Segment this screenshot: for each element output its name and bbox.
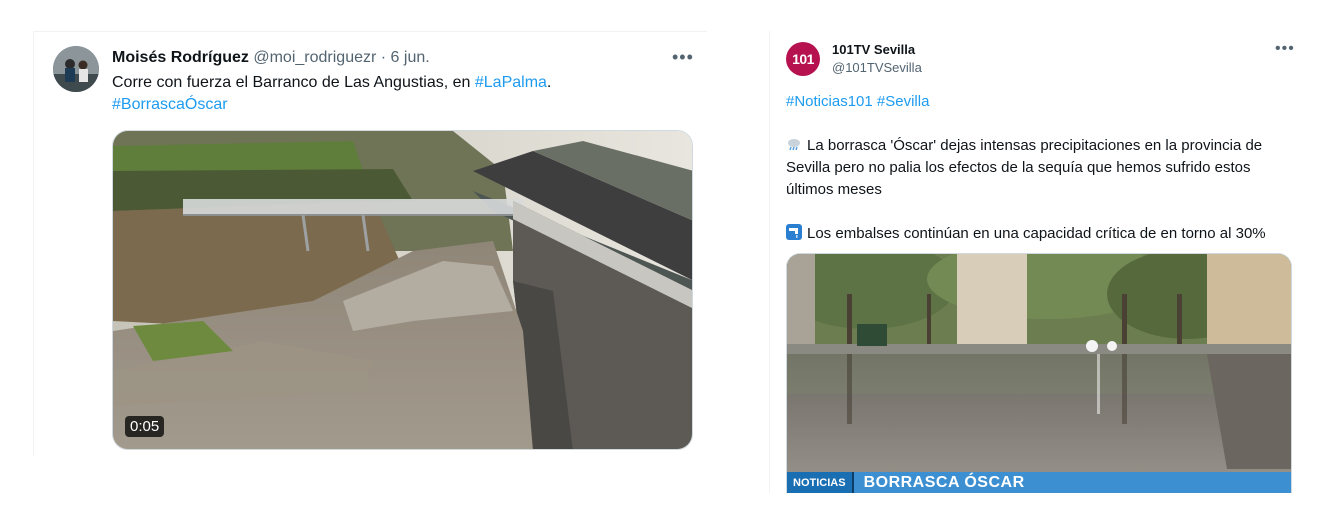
tweet-text-suffix: .: [546, 74, 552, 91]
video-player[interactable]: 0:05: [112, 130, 693, 450]
hashtag-noticias101[interactable]: #Noticias101: [786, 93, 873, 110]
avatar[interactable]: 101: [786, 42, 820, 76]
hashtag-sevilla[interactable]: #Sevilla: [877, 93, 930, 110]
news-tag: NOTICIAS: [787, 472, 854, 493]
news-photo: [787, 254, 1291, 493]
news-image[interactable]: NOTICIAS BORRASCA ÓSCAR: [786, 253, 1292, 493]
paragraph-reservoirs: Los embalses continúan en una capacidad …: [807, 225, 1266, 242]
author-name[interactable]: 101TV Sevilla: [832, 42, 915, 57]
author-handle[interactable]: @101TVSevilla: [832, 60, 922, 75]
tweet-date[interactable]: 6 jun.: [391, 49, 430, 66]
tweet-card-moises[interactable]: Moisés Rodríguez @moi_rodriguezr · 6 jun…: [33, 31, 707, 456]
hashtag-lapalma[interactable]: #LaPalma: [475, 74, 547, 91]
more-options-icon[interactable]: •••: [1275, 40, 1295, 58]
avatar[interactable]: [53, 46, 99, 92]
water-tap-icon: [786, 224, 802, 240]
video-thumbnail: [113, 131, 692, 449]
tweet-card-101tv[interactable]: 101 101TV Sevilla @101TVSevilla ••• #Not…: [769, 31, 1309, 493]
tweet-text-prefix: Corre con fuerza el Barranco de Las Angu…: [112, 74, 475, 91]
tweet-text: Corre con fuerza el Barranco de Las Angu…: [112, 72, 672, 116]
news-banner: NOTICIAS BORRASCA ÓSCAR: [787, 472, 1291, 493]
separator: ·: [380, 49, 387, 66]
paragraph-rain: La borrasca 'Óscar' dejas intensas preci…: [786, 137, 1263, 198]
hashtag-borrascaoscar[interactable]: #BorrascaÓscar: [112, 96, 228, 113]
author-name[interactable]: Moisés Rodríguez: [112, 49, 249, 66]
tweet-header: Moisés Rodríguez @moi_rodriguezr · 6 jun…: [112, 48, 430, 68]
more-options-icon[interactable]: •••: [672, 47, 694, 68]
rain-cloud-icon: [786, 136, 802, 152]
video-duration: 0:05: [125, 416, 165, 437]
news-title: BORRASCA ÓSCAR: [853, 472, 1291, 493]
author-handle[interactable]: @moi_rodriguezr: [253, 49, 376, 66]
tweet-text: #Noticias101 #Sevilla La borrasca 'Óscar…: [786, 91, 1296, 245]
